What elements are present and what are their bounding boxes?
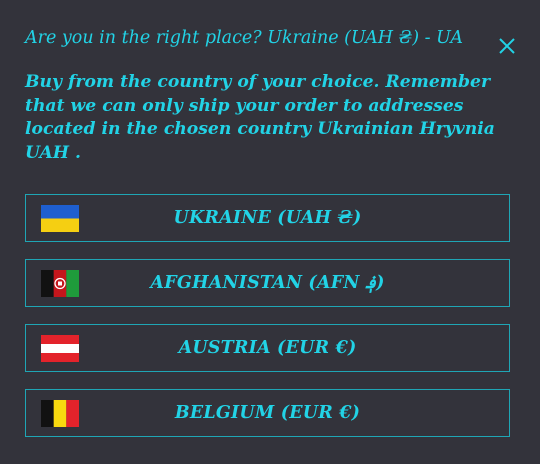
country-option-austria[interactable]: AUSTRIA (EUR €) xyxy=(25,324,510,372)
ukraine-flag-icon xyxy=(41,205,79,232)
country-option-afghanistan[interactable]: AFGHANISTAN (AFN ؋) xyxy=(25,259,510,307)
austria-flag-icon xyxy=(41,335,79,362)
belgium-flag-icon xyxy=(41,400,79,427)
country-option-label: AUSTRIA (EUR €) xyxy=(178,338,357,358)
afghanistan-flag-icon xyxy=(41,270,79,297)
modal-title: Are you in the right place? Ukraine (UAH… xyxy=(25,28,464,48)
close-button[interactable] xyxy=(496,35,518,57)
country-option-label: AFGHANISTAN (AFN ؋) xyxy=(150,273,385,293)
country-selector-modal: Are you in the right place? Ukraine (UAH… xyxy=(0,0,540,464)
country-option-label: UKRAINE (UAH ₴) xyxy=(173,208,362,228)
country-option-label: BELGIUM (EUR €) xyxy=(174,403,361,423)
country-options-list: UKRAINE (UAH ₴) AFGHANISTAN (AFN ؋) AUST… xyxy=(25,194,510,454)
country-option-belgium[interactable]: BELGIUM (EUR €) xyxy=(25,389,510,437)
close-icon xyxy=(499,38,515,54)
country-option-ukraine[interactable]: UKRAINE (UAH ₴) xyxy=(25,194,510,242)
modal-description: Buy from the country of your choice. Rem… xyxy=(25,72,495,163)
